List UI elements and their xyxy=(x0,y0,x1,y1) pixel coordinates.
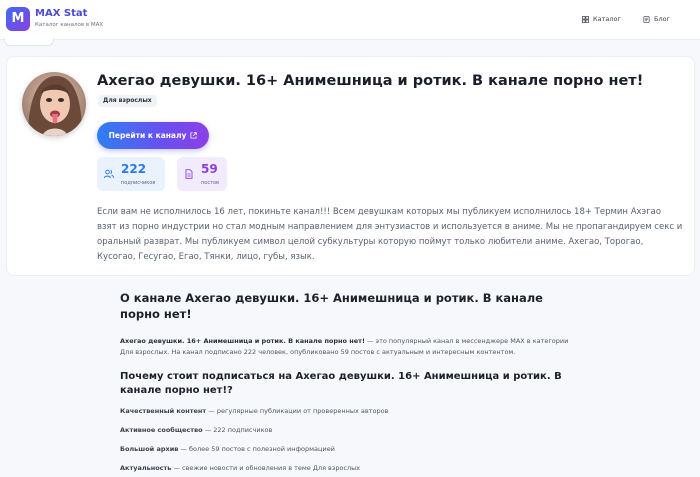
about-section: О канале Ахегао девушки. 16+ Анимешница … xyxy=(120,290,580,472)
subscribers-count: 222 xyxy=(121,162,147,176)
channel-avatar xyxy=(22,72,86,136)
about-heading: О канале Ахегао девушки. 16+ Анимешница … xyxy=(120,291,543,321)
open-channel-button[interactable]: Перейти к каналу xyxy=(97,122,209,149)
feature-title: Актуальность xyxy=(120,464,172,472)
top-header: M MAX Stat Каталог каналов в MAX Каталог… xyxy=(0,0,700,40)
nav-catalog[interactable]: Каталог xyxy=(582,15,621,23)
about-intro: Ахегао девушки. 16+ Анимешница и ротик. … xyxy=(120,336,580,358)
channel-card: Ахегао девушки. 16+ Анимешница и ротик. … xyxy=(6,56,695,276)
posts-count: 59 xyxy=(201,162,218,176)
posts-label: постов xyxy=(201,180,219,186)
about-intro-bold: Ахегао девушки. 16+ Анимешница и ротик. … xyxy=(120,337,365,345)
brand-subtitle: Каталог каналов в MAX xyxy=(35,22,104,28)
feature-item: Актуальность — свежие новости и обновлен… xyxy=(120,464,580,472)
feature-text: — 222 подписчиков xyxy=(202,426,273,434)
feature-item: Качественный контент — регулярные публик… xyxy=(120,407,580,415)
feature-title: Большой архив xyxy=(120,445,179,453)
subscribers-stat: 222 подписчиков xyxy=(97,157,165,191)
nav-blog-label: Блог xyxy=(654,15,671,23)
feature-text: — более 59 постов с полезной информацией xyxy=(178,445,335,453)
brand-title[interactable]: MAX Stat xyxy=(35,8,87,19)
header-tab-edge xyxy=(4,38,54,46)
open-channel-label: Перейти к каналу xyxy=(108,131,187,140)
nav-catalog-label: Каталог xyxy=(593,15,621,23)
subscribers-label: подписчиков xyxy=(121,180,156,186)
channel-title: Ахегао девушки. 16+ Анимешница и ротик. … xyxy=(97,73,644,89)
category-tag[interactable]: Для взрослых xyxy=(98,95,157,107)
feature-text: — регулярные публикации от проверенных а… xyxy=(206,407,389,415)
posts-stat: 59 постов xyxy=(177,157,227,191)
feature-item: Большой архив — более 59 постов с полезн… xyxy=(120,445,580,453)
feature-item: Активное сообщество — 222 подписчиков xyxy=(120,426,580,434)
feature-title: Активное сообщество xyxy=(120,426,203,434)
document-icon xyxy=(643,15,650,23)
logo[interactable]: M xyxy=(6,7,30,31)
grid-icon xyxy=(582,15,589,23)
external-link-icon xyxy=(190,132,198,139)
file-text-icon xyxy=(185,169,193,179)
feature-title: Качественный контент xyxy=(120,407,207,415)
users-icon xyxy=(104,169,114,179)
channel-description: Если вам не исполнилось 16 лет, покиньте… xyxy=(97,207,683,262)
feature-text: — свежие новости и обновления в теме Для… xyxy=(171,464,361,472)
why-subscribe-heading: Почему стоит подписаться на Ахегао девуш… xyxy=(120,371,562,396)
nav-blog[interactable]: Блог xyxy=(643,15,670,23)
